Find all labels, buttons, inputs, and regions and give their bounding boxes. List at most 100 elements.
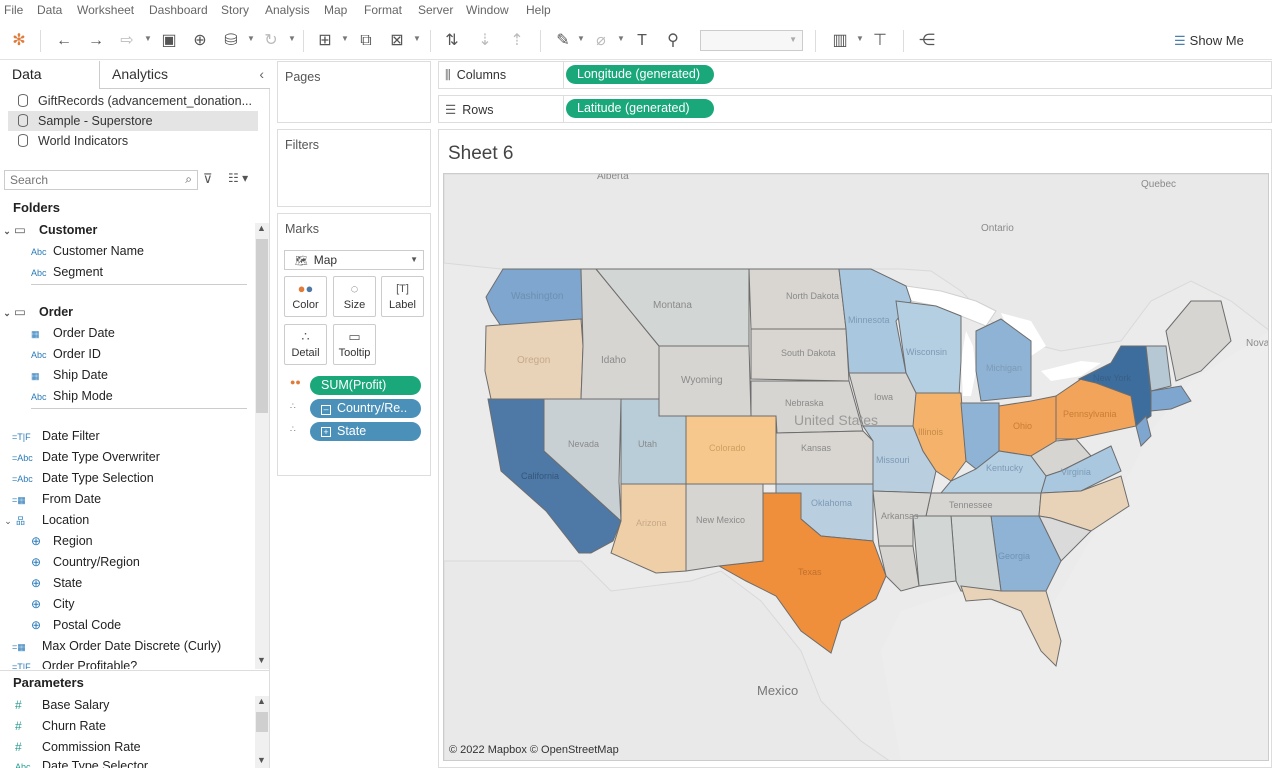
param-churn-rate[interactable]: # Churn Rate <box>15 716 106 737</box>
folder-customer[interactable]: ⌄ ▭ Customer <box>0 220 97 240</box>
field-order-profitable[interactable]: =T|F Order Profitable? <box>12 657 137 669</box>
columns-shelf[interactable]: ⫼ Columns Longitude (generated) <box>438 61 1272 89</box>
field-customer-name[interactable]: Abc Customer Name <box>31 241 144 262</box>
chevron-down-icon[interactable]: ▼ <box>413 34 421 43</box>
pill-country-region[interactable]: – Country/Re.. <box>310 399 421 418</box>
tableau-logo-icon[interactable]: ✻ <box>8 30 30 52</box>
refresh-icon[interactable]: ↻ <box>260 30 282 52</box>
field-segment[interactable]: Abc Segment <box>31 262 103 283</box>
size-button[interactable]: ◌ Size <box>333 276 376 317</box>
pill-latitude[interactable]: Latitude (generated) <box>566 99 714 118</box>
folder-location[interactable]: ⌄ 品 Location <box>0 510 89 531</box>
group-members-icon[interactable]: ⌀ <box>590 30 612 52</box>
show-mark-labels-icon[interactable]: T <box>631 30 653 52</box>
field-date-filter[interactable]: =T|F Date Filter <box>12 426 100 447</box>
label-button[interactable]: [T] Label <box>381 276 424 317</box>
field-postal-code[interactable]: ⊕ Postal Code <box>31 615 121 636</box>
field-ship-mode[interactable]: Abc Ship Mode <box>31 386 113 407</box>
field-date-type-selection[interactable]: =Abc Date Type Selection <box>12 468 154 489</box>
state-kansas[interactable] <box>775 430 874 485</box>
menu-story[interactable]: Story <box>221 3 249 17</box>
field-country-region[interactable]: ⊕ Country/Region <box>31 552 140 573</box>
filter-icon[interactable]: ⊽ <box>203 171 213 187</box>
menu-map[interactable]: Map <box>324 3 347 17</box>
fit-selector[interactable]: ▼ <box>700 30 803 51</box>
new-worksheet-icon[interactable]: ⊞ <box>314 30 336 52</box>
pill-state[interactable]: + State <box>310 422 421 441</box>
scroll-down-icon[interactable]: ▼ <box>257 655 266 665</box>
presentation-icon[interactable]: ⊤ <box>869 30 891 52</box>
view-list-icon[interactable]: ☷ ▾ <box>228 171 248 185</box>
tooltip-button[interactable]: ▭ Tooltip <box>333 324 376 365</box>
datasource-icon[interactable]: ⛁ <box>220 30 242 52</box>
field-from-date[interactable]: =▦ From Date <box>12 489 101 510</box>
datasource-superstore[interactable]: Sample - Superstore <box>8 111 258 131</box>
field-city[interactable]: ⊕ City <box>31 594 75 615</box>
chevron-down-icon[interactable]: ▼ <box>247 34 255 43</box>
sheet-title[interactable]: Sheet 6 <box>448 143 514 165</box>
fields-scrollbar-thumb[interactable] <box>256 239 268 413</box>
field-region[interactable]: ⊕ Region <box>31 531 93 552</box>
swap-rows-columns-icon[interactable]: ⇅ <box>441 30 463 52</box>
param-date-type-selector[interactable]: Abc Date Type Selector <box>15 758 148 768</box>
tab-data[interactable]: Data <box>0 61 100 89</box>
pages-card[interactable]: Pages <box>277 61 431 123</box>
new-datasource-icon[interactable]: ⊕ <box>189 30 211 52</box>
field-order-id[interactable]: Abc Order ID <box>31 344 101 365</box>
chevron-down-icon[interactable]: ▼ <box>617 34 625 43</box>
datasource-world-indicators[interactable]: World Indicators <box>8 131 258 151</box>
map-attribution[interactable]: © 2022 Mapbox © OpenStreetMap <box>449 744 619 756</box>
map-view[interactable]: Alberta Quebec Ontario Nova Washington M… <box>443 173 1269 761</box>
menu-format[interactable]: Format <box>364 3 402 17</box>
menu-analysis[interactable]: Analysis <box>265 3 310 17</box>
filters-card[interactable]: Filters <box>277 129 431 207</box>
menu-window[interactable]: Window <box>466 3 509 17</box>
chevron-down-icon[interactable]: ▼ <box>856 34 864 43</box>
map-svg[interactable]: Alberta Quebec Ontario Nova Washington M… <box>444 174 1269 761</box>
color-button[interactable]: ●● Color <box>284 276 327 317</box>
field-state[interactable]: ⊕ State <box>31 573 82 594</box>
param-commission-rate[interactable]: # Commission Rate <box>15 737 141 758</box>
folder-order[interactable]: ⌄ ▭ Order <box>0 302 73 322</box>
rows-shelf[interactable]: ☰ Rows Latitude (generated) <box>438 95 1272 123</box>
menu-worksheet[interactable]: Worksheet <box>77 3 134 17</box>
scroll-up-icon[interactable]: ▲ <box>257 696 266 706</box>
menu-dashboard[interactable]: Dashboard <box>149 3 208 17</box>
tab-analytics[interactable]: Analytics ‹ <box>100 61 270 89</box>
mark-type-select[interactable]: 🗺 Map ▼ <box>284 250 424 270</box>
undo-icon[interactable]: ← <box>53 30 75 52</box>
chevron-down-icon[interactable]: ▼ <box>577 34 585 43</box>
save-icon[interactable]: ▣ <box>158 30 180 52</box>
menu-server[interactable]: Server <box>418 3 453 17</box>
clear-sheet-icon[interactable]: ⊠ <box>386 30 408 52</box>
search-input[interactable] <box>5 171 175 189</box>
scroll-up-icon[interactable]: ▲ <box>257 223 266 233</box>
pill-sum-profit[interactable]: SUM(Profit) <box>310 376 421 395</box>
scroll-down-icon[interactable]: ▼ <box>257 755 266 765</box>
chevron-down-icon[interactable]: ▼ <box>288 34 296 43</box>
chart-icon[interactable]: ▥ <box>829 30 851 52</box>
menu-file[interactable]: File <box>4 3 23 17</box>
state-new-mexico[interactable] <box>685 483 764 572</box>
replay-icon[interactable]: ⇨ <box>116 30 138 52</box>
state-vermont-nh[interactable] <box>1145 345 1172 392</box>
pin-icon[interactable]: ⚲ <box>662 30 684 52</box>
duplicate-icon[interactable]: ⧉ <box>355 30 377 52</box>
menu-help[interactable]: Help <box>526 3 551 17</box>
state-mississippi[interactable] <box>912 515 957 587</box>
menu-data[interactable]: Data <box>37 3 62 17</box>
field-ship-date[interactable]: ▦ Ship Date <box>31 365 108 386</box>
share-icon[interactable]: ⋲ <box>916 30 938 52</box>
field-order-date[interactable]: ▦ Order Date <box>31 323 115 344</box>
sort-descending-icon[interactable]: ⇡ <box>506 30 528 52</box>
show-me-button[interactable]: ☰ Show Me <box>1174 30 1264 52</box>
field-date-type-overwriter[interactable]: =Abc Date Type Overwriter <box>12 447 160 468</box>
redo-icon[interactable]: → <box>85 30 107 52</box>
params-scrollbar-thumb[interactable] <box>256 712 268 732</box>
param-base-salary[interactable]: # Base Salary <box>15 695 109 716</box>
field-max-order-date[interactable]: =▦ Max Order Date Discrete (Curly) <box>12 636 221 657</box>
search-box[interactable]: ⌕ <box>4 170 198 190</box>
collapse-icon[interactable]: ‹ <box>259 61 264 87</box>
chevron-down-icon[interactable]: ▼ <box>341 34 349 43</box>
pill-longitude[interactable]: Longitude (generated) <box>566 65 714 84</box>
